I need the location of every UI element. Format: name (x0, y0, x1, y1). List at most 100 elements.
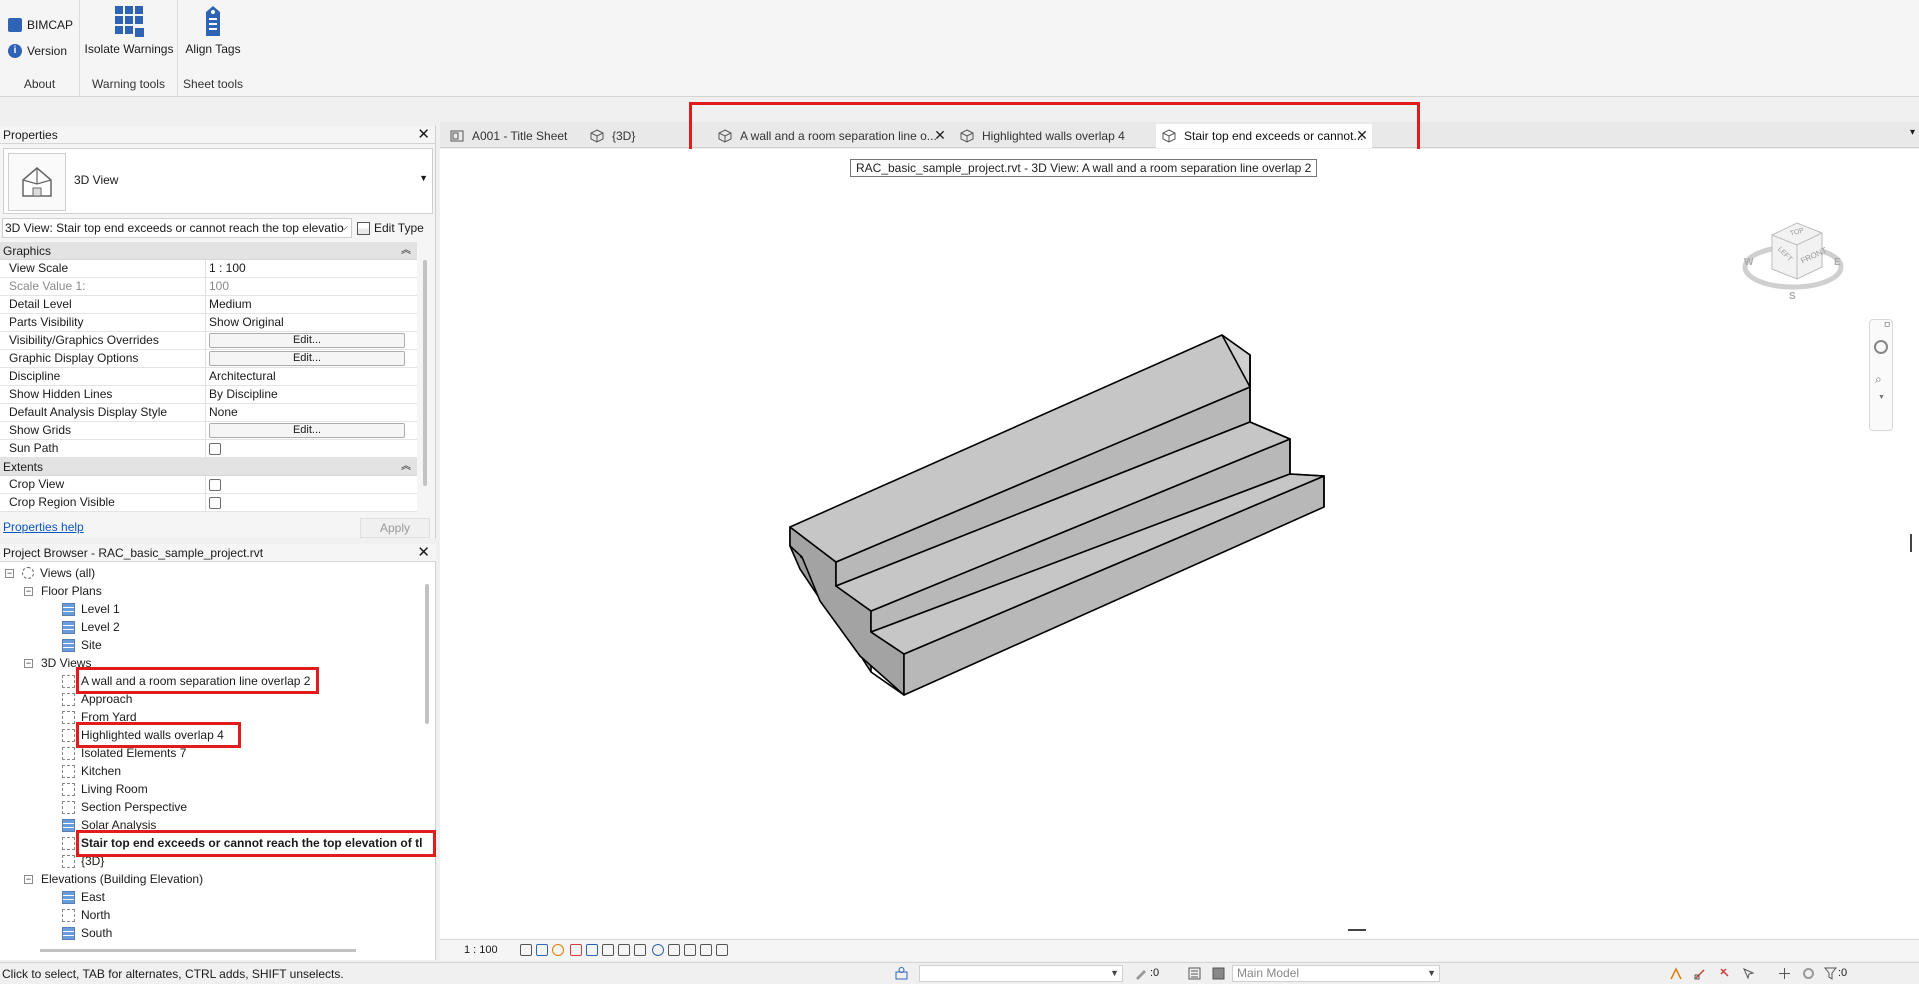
tree-3d-default[interactable]: {3D} (62, 852, 104, 870)
tree-elev-east[interactable]: East (62, 888, 105, 906)
bimcap-button[interactable]: BIMCAP (8, 18, 73, 32)
prop-row-analysis-style[interactable]: Default Analysis Display Style None (0, 404, 417, 422)
compass-w-label[interactable]: W (1744, 257, 1753, 268)
collapse-toggle-icon[interactable]: − (24, 874, 33, 884)
temporary-hide-icon[interactable] (652, 944, 664, 956)
steering-wheel-icon[interactable] (1874, 340, 1888, 354)
chevron-down-icon[interactable]: ▼ (419, 173, 428, 183)
lock-view-icon[interactable] (634, 944, 646, 956)
crop-view-checkbox[interactable] (209, 479, 221, 491)
tab-3d[interactable]: {3D} (584, 124, 664, 148)
tree-elev-north[interactable]: North (62, 906, 110, 924)
tree-3d-stair-top-end[interactable]: Stair top end exceeds or cannot reach th… (62, 834, 422, 852)
close-icon[interactable]: ✕ (1354, 127, 1370, 144)
prop-value[interactable]: Show Original (206, 314, 417, 331)
tree-3d-views[interactable]: −3D Views (24, 654, 91, 672)
select-by-face-icon[interactable] (1742, 967, 1755, 980)
browser-scrollbar[interactable] (425, 584, 429, 724)
properties-help-link[interactable]: Properties help (3, 520, 84, 534)
tree-3d-kitchen[interactable]: Kitchen (62, 762, 121, 780)
apply-button[interactable]: Apply (360, 518, 430, 538)
tree-elevations[interactable]: − Elevations (Building Elevation) (24, 870, 203, 888)
tree-floor-plans[interactable]: − Floor Plans (24, 582, 102, 600)
tree-elev-south[interactable]: South (62, 924, 112, 942)
tab-a001-title-sheet[interactable]: A001 - Title Sheet (444, 124, 580, 148)
prop-row-detail-level[interactable]: Detail Level Medium (0, 296, 417, 314)
tab-stair-top-end[interactable]: Stair top end exceeds or cannot... ✕ (1156, 124, 1372, 148)
chevron-down-icon[interactable]: ▼ (1878, 394, 1885, 401)
close-icon[interactable]: ✕ (417, 126, 430, 144)
select-underlay-icon[interactable] (1694, 967, 1707, 980)
browser-horizontal-scrollbar[interactable] (40, 949, 356, 952)
collapse-toggle-icon[interactable]: − (24, 586, 33, 596)
compass-e-label[interactable]: E (1834, 257, 1841, 268)
tab-wall-room-separation[interactable]: A wall and a room separation line o... ✕ (712, 124, 950, 148)
constraints-icon[interactable] (716, 944, 728, 956)
close-icon[interactable]: ✕ (417, 544, 430, 562)
collapse-icon[interactable]: ︽ (401, 242, 411, 260)
detail-level-icon[interactable] (520, 944, 532, 956)
crop-view-icon[interactable] (602, 944, 614, 956)
version-button[interactable]: i Version (8, 44, 67, 58)
prop-value[interactable]: None (206, 404, 417, 421)
select-pinned-icon[interactable] (1718, 967, 1731, 980)
background-processes-icon[interactable] (1802, 967, 1815, 980)
filter-icon[interactable] (1824, 967, 1837, 980)
collapse-toggle-icon[interactable]: − (24, 658, 33, 668)
prop-row-parts-visibility[interactable]: Parts Visibility Show Original (0, 314, 417, 332)
tree-3d-solar-analysis[interactable]: Solar Analysis (62, 816, 156, 834)
vg-overrides-edit-button[interactable]: Edit... (209, 333, 405, 348)
sun-path-icon[interactable] (552, 944, 564, 956)
section-extents[interactable]: Extents ︽ (0, 458, 417, 476)
zoom-icon[interactable]: ⌕ (1875, 372, 1882, 387)
align-tags-button[interactable]: Align Tags (165, 4, 261, 56)
section-graphics[interactable]: Graphics ︽ (0, 242, 417, 260)
tree-3d-highlighted-walls[interactable]: Highlighted walls overlap 4 (62, 726, 224, 744)
select-links-icon[interactable] (1670, 967, 1683, 980)
prop-row-view-scale[interactable]: View Scale 1 : 100 (0, 260, 417, 278)
tree-3d-approach[interactable]: Approach (62, 690, 132, 708)
tab-highlighted-walls[interactable]: Highlighted walls overlap 4 (954, 124, 1140, 148)
collapse-toggle-icon[interactable]: − (5, 568, 14, 578)
view-cube[interactable]: TOP LEFT FRONT W E S (1742, 199, 1844, 311)
tree-3d-from-yard[interactable]: From Yard (62, 708, 137, 726)
collapse-icon[interactable]: ︽ (401, 458, 411, 476)
tree-views-all[interactable]: − Views (all) (5, 564, 95, 582)
tree-3d-isolated-elements[interactable]: Isolated Elements 7 (62, 744, 186, 762)
prop-value[interactable]: By Discipline (206, 386, 417, 403)
crop-region-icon[interactable] (618, 944, 630, 956)
close-icon[interactable]: ✕ (932, 127, 948, 144)
type-selector[interactable]: 3D View ▼ (3, 148, 433, 214)
shadows-icon[interactable] (570, 944, 582, 956)
render-icon[interactable] (586, 944, 598, 956)
tree-3d-wall-room-separation[interactable]: A wall and a room separation line overla… (62, 672, 310, 690)
visual-style-icon[interactable] (536, 944, 548, 956)
properties-scrollbar[interactable] (423, 260, 427, 486)
tab-overflow-icon[interactable]: ▾ (1910, 127, 1915, 138)
prop-row-hidden-lines[interactable]: Show Hidden Lines By Discipline (0, 386, 417, 404)
prop-value[interactable]: Medium (206, 296, 417, 313)
crop-region-checkbox[interactable] (209, 497, 221, 509)
worksets-icon[interactable] (895, 967, 908, 980)
close-icon[interactable]: ◻ (1884, 320, 1890, 328)
view-scroll-indicator[interactable] (1910, 534, 1912, 552)
design-option-dropdown[interactable]: Main Model ▼ (1232, 965, 1440, 982)
instance-selector[interactable]: 3D View: Stair top end exceeds or cannot… (2, 218, 352, 238)
isolate-warnings-button[interactable]: Isolate Warnings (81, 4, 177, 56)
temporary-properties-icon[interactable] (684, 944, 696, 956)
tree-plan-level-2[interactable]: Level 2 (62, 618, 120, 636)
analytical-model-icon[interactable] (700, 944, 712, 956)
tree-plan-level-1[interactable]: Level 1 (62, 600, 120, 618)
tree-3d-section-perspective[interactable]: Section Perspective (62, 798, 187, 816)
compass-s-label[interactable]: S (1789, 291, 1796, 302)
main-model-icon[interactable] (1212, 967, 1225, 980)
prop-row-discipline[interactable]: Discipline Architectural (0, 368, 417, 386)
design-options-icon[interactable] (1188, 967, 1201, 980)
prop-value[interactable]: 1 : 100 (206, 260, 417, 277)
show-grids-edit-button[interactable]: Edit... (209, 423, 405, 438)
prop-value[interactable]: Architectural (206, 368, 417, 385)
graphic-display-edit-button[interactable]: Edit... (209, 351, 405, 366)
view-scale-label[interactable]: 1 : 100 (464, 944, 498, 956)
workset-dropdown[interactable]: ▼ (919, 965, 1123, 982)
tree-plan-site[interactable]: Site (62, 636, 102, 654)
